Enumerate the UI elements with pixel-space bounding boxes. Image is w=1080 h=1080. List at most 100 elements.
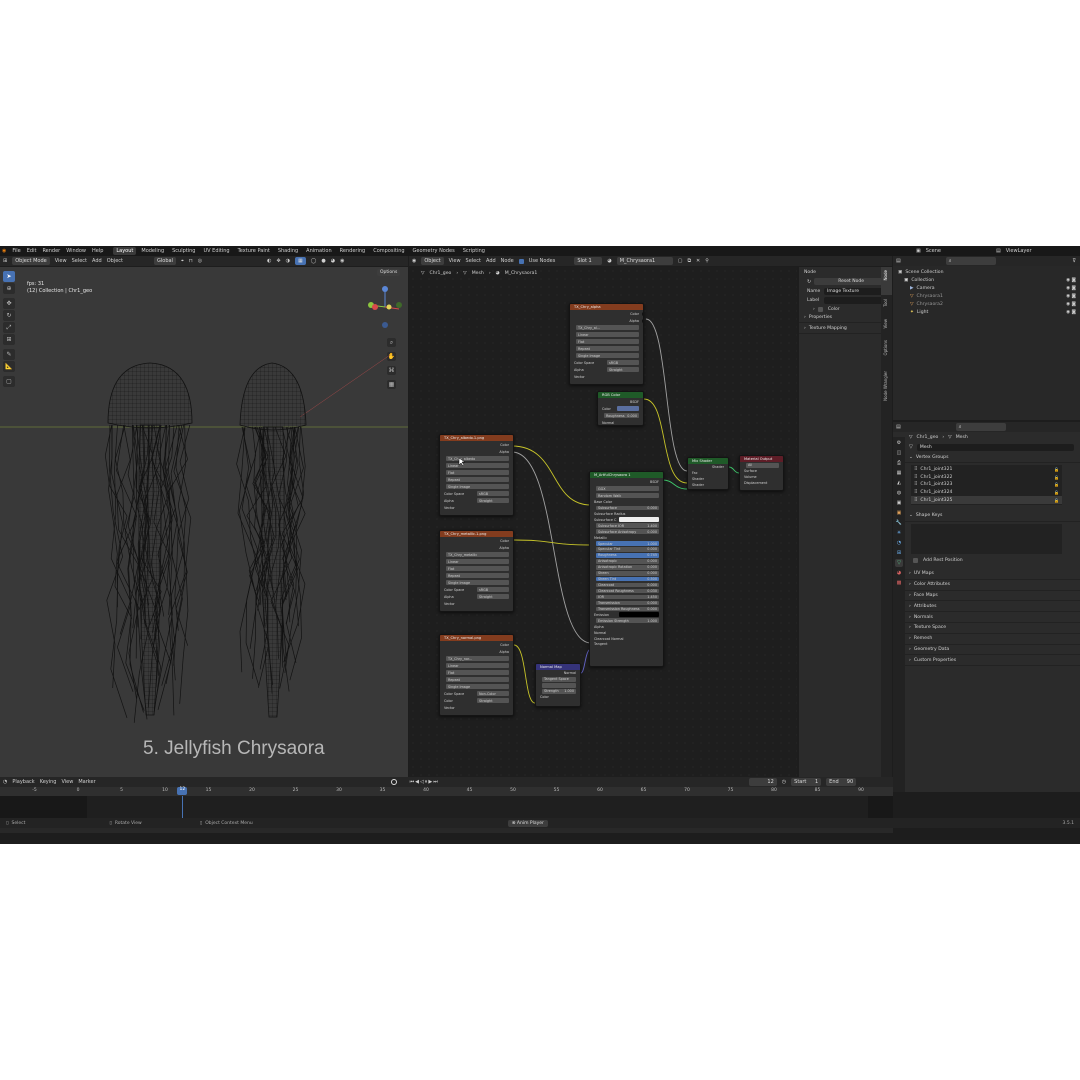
editor-type-icon[interactable]: ▤ xyxy=(896,424,901,430)
gizmo-icon[interactable]: ✥ xyxy=(276,258,280,264)
unlink-icon[interactable]: ✕ xyxy=(696,258,700,264)
socket-dot[interactable] xyxy=(642,312,643,316)
object-tab-icon[interactable]: ▣ xyxy=(895,509,903,517)
slot-dropdown[interactable]: Slot 1 xyxy=(574,257,603,265)
bsdf-input-row[interactable]: Subsurface 0.000 xyxy=(590,505,663,511)
bsdf-input-row[interactable]: Anisotropic Rotation 0.000 xyxy=(590,564,663,570)
color-swatch[interactable] xyxy=(619,612,659,618)
end-frame-field[interactable]: End 90 xyxy=(826,778,857,786)
view-layer-tab-icon[interactable]: ▦ xyxy=(895,469,903,477)
jump-end-icon[interactable]: ⏭ xyxy=(433,779,439,785)
physics-tab-icon[interactable]: ◔ xyxy=(895,539,903,547)
workspace-tab-rendering[interactable]: Rendering xyxy=(337,247,369,255)
menu-render[interactable]: Render xyxy=(42,248,60,254)
image-selector[interactable]: TX_Chry_albedo xyxy=(446,456,509,461)
uv-map-field[interactable] xyxy=(542,682,576,688)
color-space-dropdown[interactable]: sRGB xyxy=(607,360,639,365)
extension-dropdown[interactable]: Repeat xyxy=(446,677,509,682)
scene-tab-icon[interactable]: ◭ xyxy=(895,479,903,487)
projection-dropdown[interactable]: Flat xyxy=(446,566,509,571)
add-rest-position-checkbox[interactable] xyxy=(913,557,918,563)
lock-icon[interactable]: 🔓 xyxy=(1054,475,1059,480)
value-slider[interactable]: Transmission 0.000 xyxy=(596,600,659,606)
rendered-shading-icon[interactable]: ◉ xyxy=(340,258,344,264)
tab-view[interactable]: View xyxy=(883,319,888,329)
xray-icon[interactable]: ▦ xyxy=(295,257,306,265)
value-slider[interactable]: Subsurface IOR 1.400 xyxy=(596,523,659,529)
bsdf-input-row[interactable]: Specular 1.000 xyxy=(590,541,663,547)
frame-ruler[interactable]: -5 0 5 10 15 20 25 30 35 40 45 50 55 60 65 70 75 80 85 90 12 xyxy=(0,787,893,796)
bsdf-input-row[interactable]: Subsurface Anisotropy 0.000 xyxy=(590,529,663,535)
particles-tab-icon[interactable]: ✳ xyxy=(895,529,903,537)
lock-icon[interactable]: 🔓 xyxy=(1054,482,1059,487)
value-slider[interactable]: Clearcoat 0.000 xyxy=(596,582,659,588)
outliner-search[interactable]: ⌕ xyxy=(945,257,996,265)
output-tab-icon[interactable]: ⎙ xyxy=(895,459,903,467)
menu-edit[interactable]: Edit xyxy=(27,248,37,254)
alpha-mode-dropdown[interactable]: Straight xyxy=(477,498,509,503)
workspace-tab-animation[interactable]: Animation xyxy=(303,247,335,255)
record-icon[interactable] xyxy=(390,779,397,785)
target-dropdown[interactable]: All xyxy=(746,462,779,468)
menu-add[interactable]: Add xyxy=(486,258,496,264)
playhead-frame-indicator[interactable]: 12 xyxy=(177,787,188,795)
menu-window[interactable]: Window xyxy=(66,248,86,254)
workspace-tab-uv-editing[interactable]: UV Editing xyxy=(200,247,232,255)
mesh-name-field[interactable]: Mesh xyxy=(916,443,1074,451)
vertex-group-item[interactable]: ⠿ Chr1_joint324 🔓 xyxy=(911,489,1062,497)
mode-dropdown[interactable]: Object Mode xyxy=(12,257,50,265)
node-name-field[interactable]: Image Texture xyxy=(824,288,888,295)
blender-logo-icon[interactable]: ◉ xyxy=(2,248,6,254)
visibility-toggle-icon[interactable]: ◉ ◙ xyxy=(1066,278,1076,283)
node-label-field[interactable] xyxy=(824,297,888,304)
bsdf-input-row[interactable]: Sheen 0.000 xyxy=(590,570,663,576)
value-slider[interactable]: Specular 1.000 xyxy=(596,541,659,546)
texture-tab-icon[interactable]: ▩ xyxy=(895,579,903,587)
panel-texture-mapping[interactable]: › Texture Mapping xyxy=(799,323,892,334)
start-frame-field[interactable]: Start 1 xyxy=(791,778,822,786)
node-image-texture-normal[interactable]: TX_Chry_normal.png Color Alpha TX_Chry_n… xyxy=(439,634,514,716)
reset-node-button[interactable]: Reset Node xyxy=(814,278,888,285)
source-dropdown[interactable]: Single Image xyxy=(446,580,509,585)
node-editor-canvas[interactable]: ▽ Chr1_geo › ▽ Mesh › ◕ M_Chrysaora1 TX_… xyxy=(409,267,797,791)
workspace-tab-compositing[interactable]: Compositing xyxy=(370,247,407,255)
extension-dropdown[interactable]: Repeat xyxy=(446,477,509,482)
interpolation-dropdown[interactable]: Linear xyxy=(446,663,509,668)
value-slider[interactable]: Anisotropic Rotation 0.000 xyxy=(596,564,659,570)
extension-dropdown[interactable]: Repeat xyxy=(446,573,509,578)
bsdf-input-row[interactable]: Anisotropic 0.000 xyxy=(590,558,663,564)
menu-add[interactable]: Add xyxy=(92,258,102,264)
alpha-mode-dropdown[interactable]: Straight xyxy=(477,594,509,599)
jellyfish-right[interactable] xyxy=(236,362,307,718)
color-checkbox[interactable] xyxy=(817,307,823,312)
panel-face-maps[interactable]: › Face Maps xyxy=(893,591,1080,602)
bsdf-input-row[interactable]: Emission Strength 1.000 xyxy=(590,618,663,624)
value-slider[interactable]: Roughness 0.745 xyxy=(596,553,659,558)
menu-playback[interactable]: Playback xyxy=(12,779,34,785)
bsdf-input-row[interactable]: Transmission 0.000 xyxy=(590,600,663,606)
color-space-dropdown[interactable]: sRGB xyxy=(477,587,509,592)
visibility-icon[interactable]: ◐ xyxy=(267,258,271,264)
shader-type-dropdown[interactable]: Object xyxy=(421,257,444,265)
subsurface-method-dropdown[interactable]: Random Walk xyxy=(596,493,659,498)
render-tab-icon[interactable]: ◫ xyxy=(895,449,903,457)
socket-dot[interactable] xyxy=(642,319,643,323)
lock-icon[interactable]: 🔓 xyxy=(1054,467,1059,472)
properties-search[interactable]: ⌕ xyxy=(955,423,1006,431)
visibility-toggle-icon[interactable]: ◉ ◙ xyxy=(1066,294,1076,299)
scene-name[interactable]: Scene xyxy=(926,248,941,254)
node-material-output[interactable]: Material Output All Surface Volume Displ… xyxy=(739,455,784,491)
space-dropdown[interactable]: Tangent Space xyxy=(542,676,576,682)
menu-view[interactable]: View xyxy=(61,779,73,785)
workspace-tab-layout[interactable]: Layout xyxy=(113,247,137,255)
value-slider[interactable]: Clearcoat Roughness 0.030 xyxy=(596,588,659,594)
view-layer-name[interactable]: ViewLayer xyxy=(1006,248,1032,254)
fake-user-icon[interactable]: ▢ xyxy=(678,258,683,264)
interpolation-dropdown[interactable]: Linear xyxy=(446,559,509,564)
menu-help[interactable]: Help xyxy=(92,248,103,254)
panel-custom-properties[interactable]: › Custom Properties xyxy=(893,655,1080,667)
extension-dropdown[interactable]: Repeat xyxy=(576,346,639,351)
material-tab-icon[interactable]: ◕ xyxy=(895,569,903,577)
value-slider[interactable]: Sheen Tint 0.500 xyxy=(596,576,659,582)
tab-options[interactable]: Options xyxy=(883,340,888,355)
